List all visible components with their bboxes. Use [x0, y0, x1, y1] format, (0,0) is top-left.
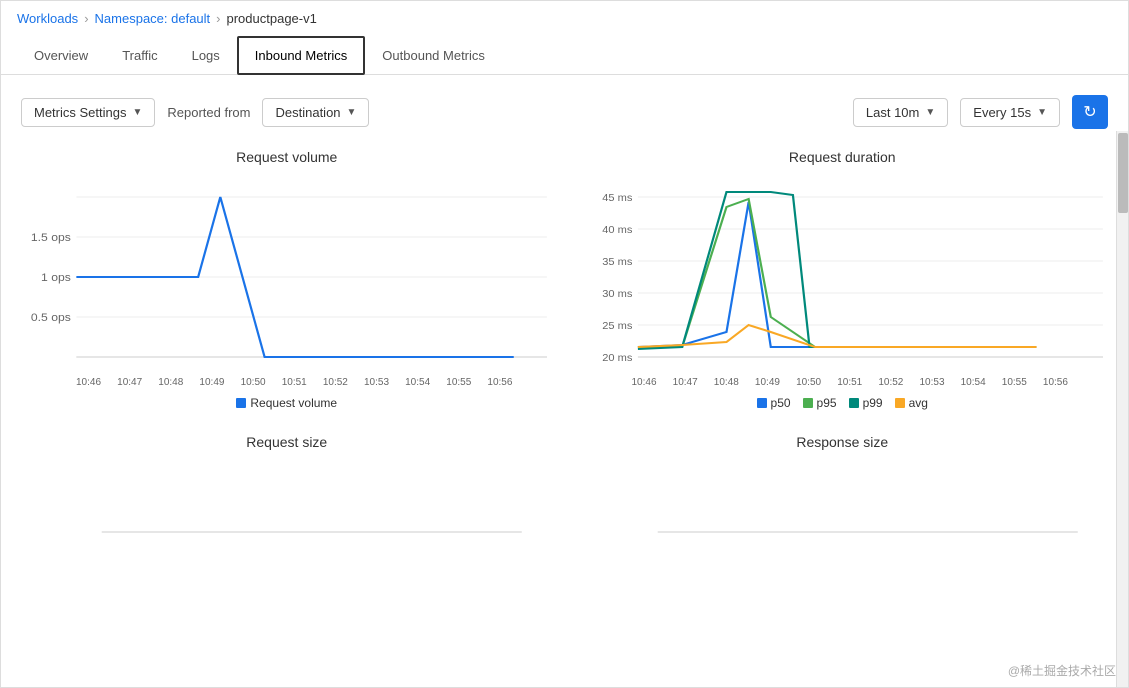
- svg-text:45 ms: 45 ms: [602, 192, 632, 203]
- tab-outbound-metrics[interactable]: Outbound Metrics: [365, 37, 502, 74]
- svg-text:25 ms: 25 ms: [602, 320, 632, 331]
- legend-p99: p99: [863, 396, 883, 410]
- destination-button[interactable]: Destination ▼: [262, 98, 369, 127]
- tab-logs[interactable]: Logs: [175, 37, 237, 74]
- time-range-label: Last 10m: [866, 105, 919, 120]
- interval-button[interactable]: Every 15s ▼: [960, 98, 1060, 127]
- request-duration-legend: p50 p95 p99 avg: [577, 396, 1109, 410]
- breadcrumb: Workloads › Namespace: default › product…: [1, 1, 1128, 36]
- svg-text:35 ms: 35 ms: [602, 256, 632, 267]
- time-range-arrow-icon: ▼: [925, 107, 935, 118]
- breadcrumb-namespace[interactable]: Namespace: default: [95, 11, 211, 26]
- response-size-title: Response size: [577, 434, 1109, 450]
- svg-text:0.5 ops: 0.5 ops: [31, 312, 71, 324]
- svg-text:1.5 ops: 1.5 ops: [31, 232, 71, 244]
- tab-inbound-metrics[interactable]: Inbound Metrics: [237, 36, 366, 75]
- svg-text:30 ms: 30 ms: [602, 288, 632, 299]
- legend-p50: p50: [771, 396, 791, 410]
- tab-overview[interactable]: Overview: [17, 37, 105, 74]
- legend-request-volume: Request volume: [250, 396, 337, 410]
- reported-from-label: Reported from: [167, 105, 250, 120]
- breadcrumb-workloads[interactable]: Workloads: [17, 11, 78, 26]
- response-size-chart: Response size: [577, 434, 1109, 542]
- main-content: Metrics Settings ▼ Reported from Destina…: [1, 75, 1128, 687]
- request-volume-x-labels: 10:4610:4710:4810:4910:50 10:5110:5210:5…: [21, 377, 553, 388]
- svg-text:1 ops: 1 ops: [41, 272, 71, 284]
- breadcrumb-current: productpage-v1: [227, 11, 317, 26]
- legend-p95: p95: [817, 396, 837, 410]
- svg-text:40 ms: 40 ms: [602, 224, 632, 235]
- request-duration-x-labels: 10:4610:4710:4810:4910:50 10:5110:5210:5…: [577, 377, 1109, 388]
- metrics-settings-label: Metrics Settings: [34, 105, 126, 120]
- interval-label: Every 15s: [973, 105, 1031, 120]
- time-range-button[interactable]: Last 10m ▼: [853, 98, 948, 127]
- request-volume-chart: Request volume 1.5 ops 1 ops 0.5 ops: [21, 149, 553, 410]
- destination-label: Destination: [275, 105, 340, 120]
- watermark: @稀土掘金技术社区: [1008, 662, 1116, 679]
- legend-avg: avg: [909, 396, 928, 410]
- metrics-settings-button[interactable]: Metrics Settings ▼: [21, 98, 155, 127]
- request-size-chart: Request size: [21, 434, 553, 542]
- destination-arrow-icon: ▼: [347, 107, 357, 118]
- interval-arrow-icon: ▼: [1037, 107, 1047, 118]
- request-duration-chart: Request duration 45 ms 40 ms 35 ms: [577, 149, 1109, 410]
- refresh-button[interactable]: ↻: [1072, 95, 1108, 129]
- request-size-title: Request size: [21, 434, 553, 450]
- request-volume-legend: Request volume: [21, 396, 553, 410]
- charts-grid: Request volume 1.5 ops 1 ops 0.5 ops: [21, 149, 1108, 542]
- controls-bar: Metrics Settings ▼ Reported from Destina…: [21, 95, 1108, 129]
- breadcrumb-sep2: ›: [216, 11, 220, 26]
- svg-text:20 ms: 20 ms: [602, 352, 632, 363]
- tab-traffic[interactable]: Traffic: [105, 37, 174, 74]
- tab-bar: Overview Traffic Logs Inbound Metrics Ou…: [1, 36, 1128, 75]
- refresh-icon: ↻: [1083, 102, 1096, 122]
- breadcrumb-sep1: ›: [84, 11, 88, 26]
- request-duration-title: Request duration: [577, 149, 1109, 165]
- request-volume-title: Request volume: [21, 149, 553, 165]
- metrics-settings-arrow-icon: ▼: [132, 107, 142, 118]
